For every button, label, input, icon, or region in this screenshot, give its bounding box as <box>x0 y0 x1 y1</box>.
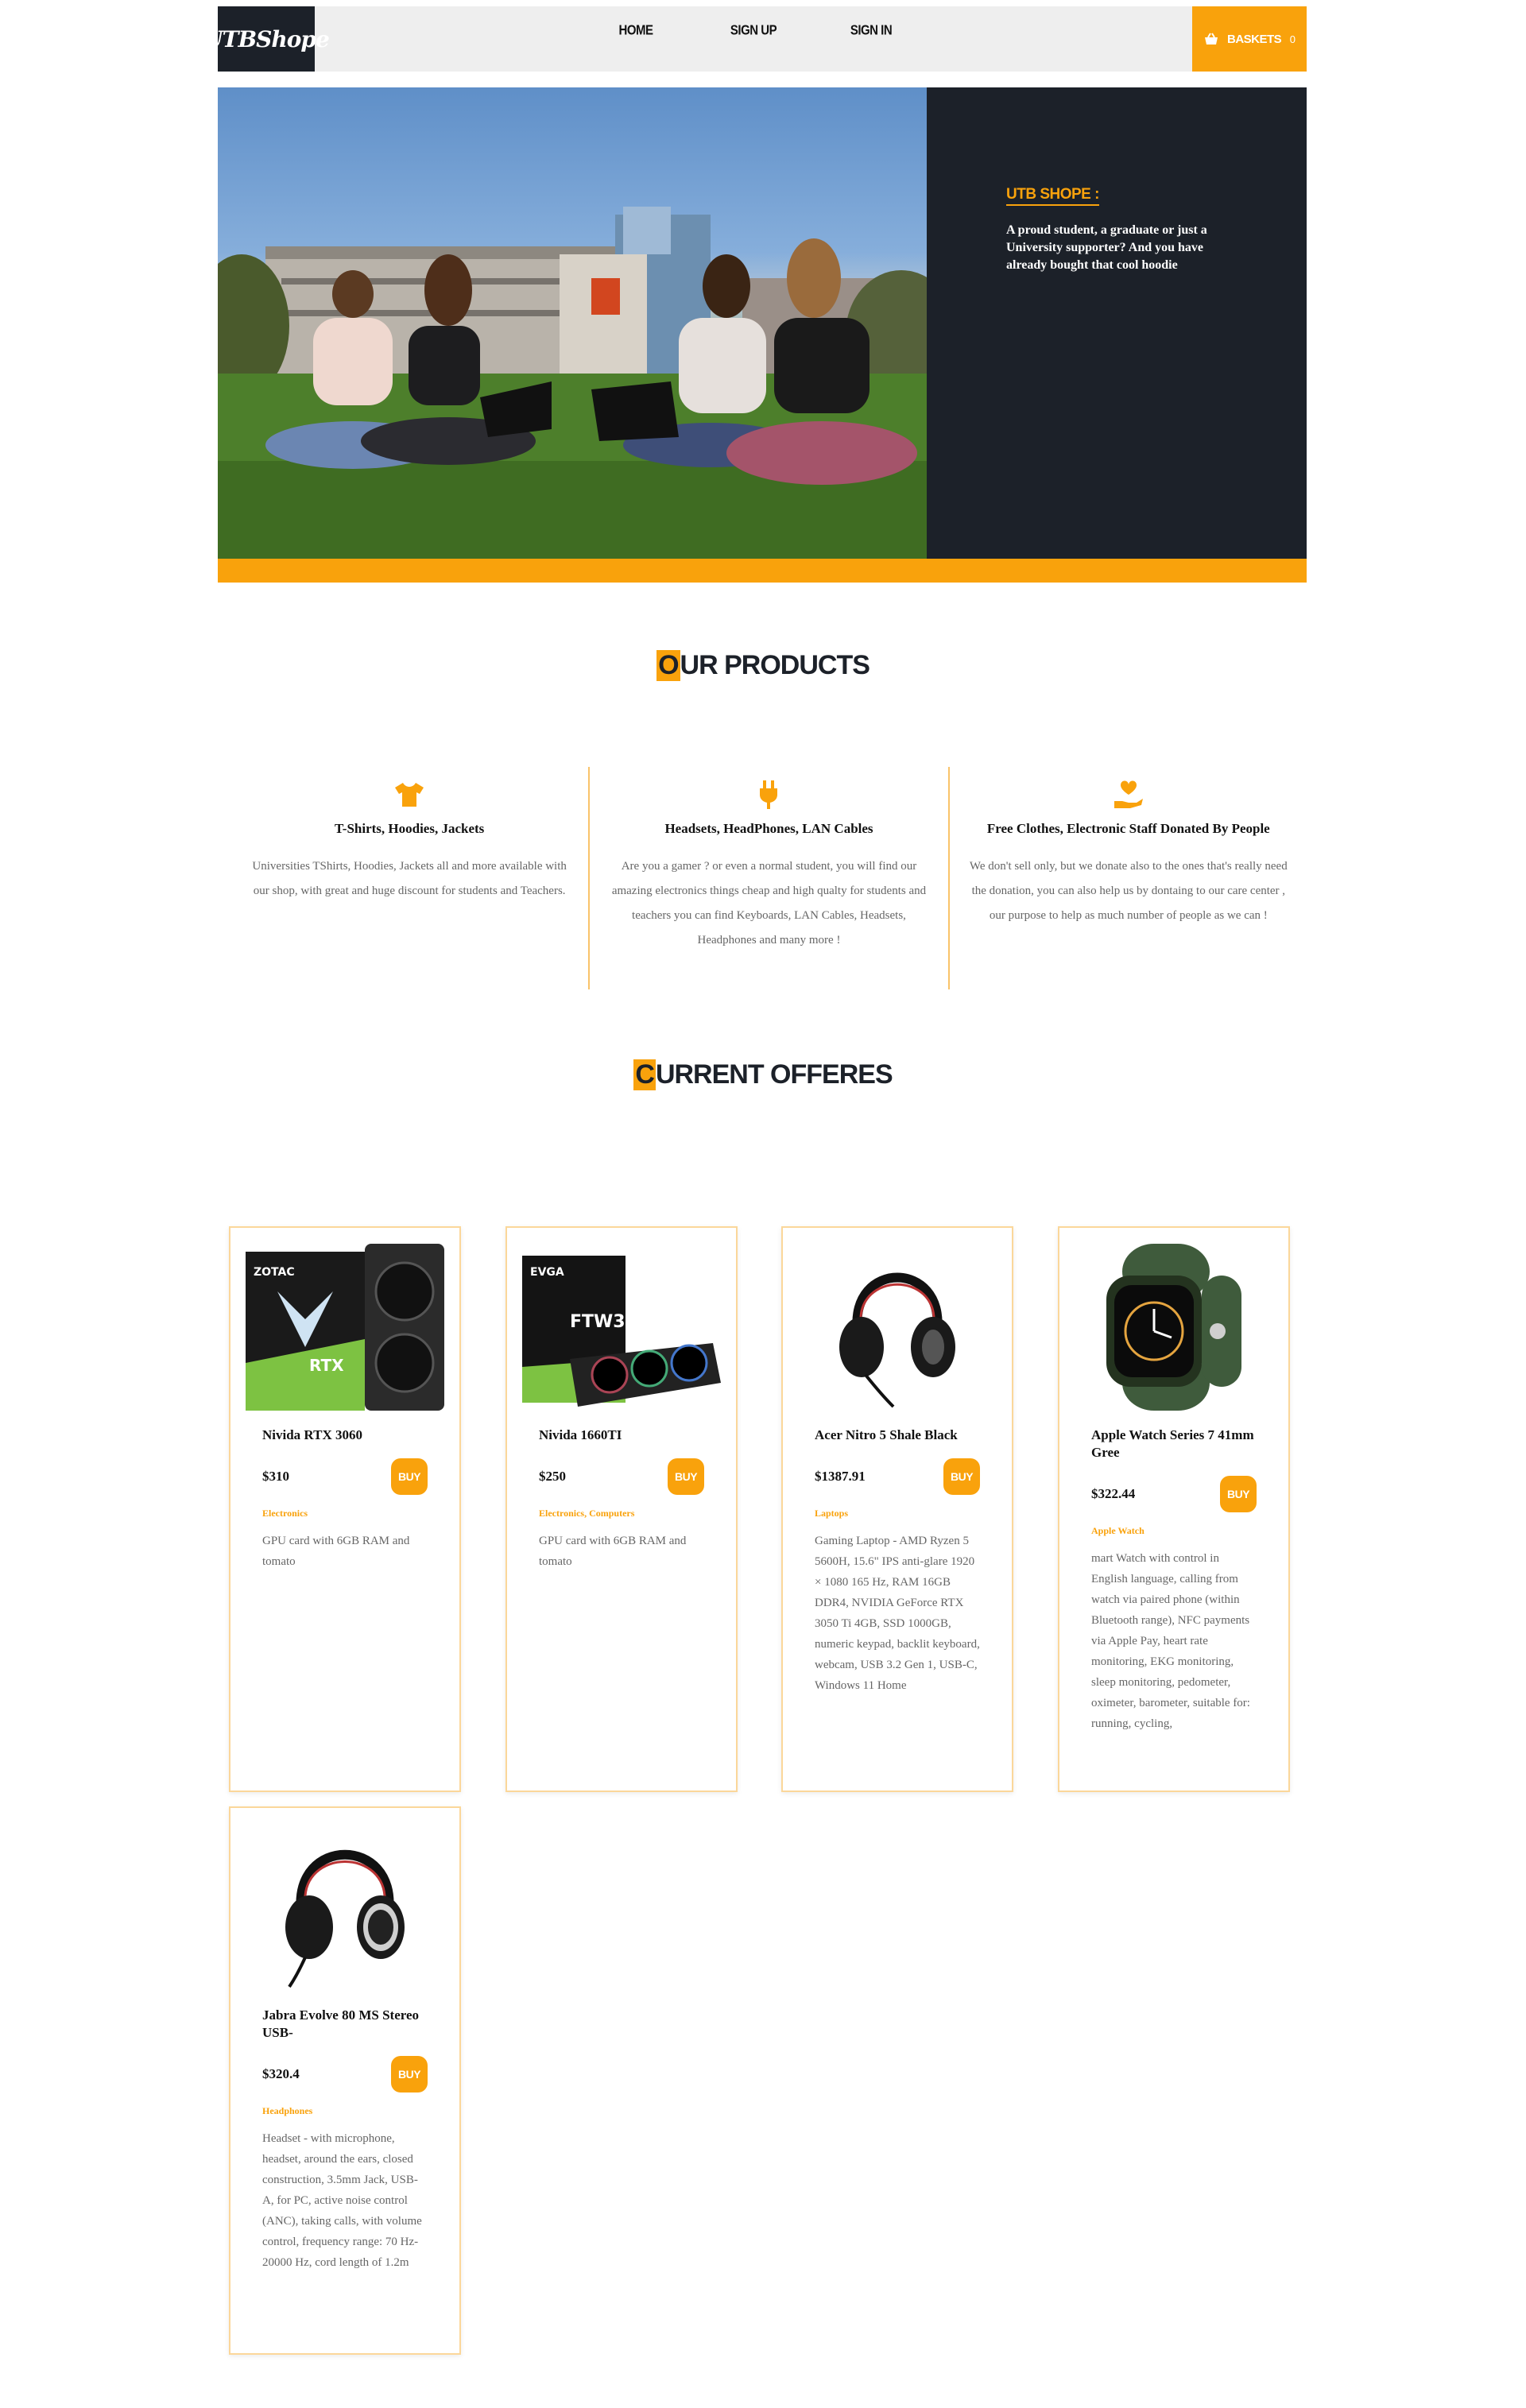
nav-home-link[interactable]: HOME <box>577 23 695 39</box>
product-description: mart Watch with control in English langu… <box>1091 1552 1250 1730</box>
feature-text: Are you a gamer ? or even a normal stude… <box>611 860 927 947</box>
plug-icon <box>604 775 933 815</box>
product-name: Apple Watch Series 7 41mm Gree <box>1091 1427 1254 1460</box>
products-section-title: OUR PRODUCTS <box>0 650 1526 681</box>
buy-button[interactable]: BUY <box>668 1458 704 1495</box>
nav-sign-in-link[interactable]: SIGN IN <box>812 23 930 39</box>
price-row: $322.44 BUY <box>1059 1476 1288 1512</box>
feature-title: Free Clothes, Electronic Staff Donated B… <box>986 821 1270 836</box>
basket-label: BASKETS <box>1227 32 1282 46</box>
product-category: Electronics, Computers <box>539 1508 635 1519</box>
product-name: Nivida RTX 3060 <box>262 1427 362 1442</box>
product-card[interactable]: Apple Watch Series 7 41mm Gree $322.44 B… <box>1058 1226 1290 1792</box>
price-row: $310 BUY <box>230 1458 459 1495</box>
svg-text:RTX: RTX <box>309 1356 344 1375</box>
product-category: Laptops <box>815 1508 849 1519</box>
product-card[interactable]: EVGA FTW3 Nivida 1660TI $250 BUY Electro… <box>505 1226 738 1792</box>
hero-banner: UTB SHOPE : A proud student, a graduate … <box>218 87 1307 559</box>
feature-text: Universities TShirts, Hoodies, Jackets a… <box>252 860 567 897</box>
price-row: $320.4 BUY <box>230 2056 459 2092</box>
product-description: GPU card with 6GB RAM and tomato <box>539 1535 687 1568</box>
product-name: Acer Nitro 5 Shale Black <box>815 1427 958 1442</box>
buy-button[interactable]: BUY <box>391 1458 428 1495</box>
feature-title: Headsets, HeadPhones, LAN Cables <box>664 821 873 836</box>
product-price: $320.4 <box>262 2066 300 2081</box>
site-logo[interactable]: UTBShope <box>203 6 330 72</box>
buy-button[interactable]: BUY <box>1220 1476 1257 1512</box>
title-first-letter: O <box>656 650 680 681</box>
graphics-card-box-image: EVGA FTW3 <box>507 1228 736 1427</box>
price-row: $250 BUY <box>507 1458 736 1495</box>
product-name: Nivida 1660TI <box>539 1427 622 1442</box>
product-card[interactable]: Jabra Evolve 80 MS Stereo USB- $320.4 BU… <box>229 1806 461 2355</box>
svg-text:ZOTAC: ZOTAC <box>254 1266 295 1279</box>
feature-electronics: Headsets, HeadPhones, LAN Cables Are you… <box>588 767 947 989</box>
basket-icon <box>1205 33 1218 45</box>
headphones-image <box>230 1808 459 2007</box>
product-category: Electronics <box>262 1508 308 1519</box>
headphones-image <box>783 1228 1012 1427</box>
graphics-card-box-image: ZOTAC RTX <box>230 1228 459 1427</box>
buy-button[interactable]: BUY <box>391 2056 428 2092</box>
svg-text:EVGA: EVGA <box>530 1266 564 1279</box>
hero-title: UTB SHOPE : <box>1006 186 1099 206</box>
feature-title: T-Shirts, Hoodies, Jackets <box>335 821 485 836</box>
offers-section-title: CURRENT OFFERES <box>0 1059 1526 1090</box>
hero-accent-bar <box>218 559 1307 583</box>
product-price: $322.44 <box>1091 1486 1136 1501</box>
smartwatch-image <box>1059 1228 1288 1427</box>
product-card[interactable]: Acer Nitro 5 Shale Black $1387.91 BUY La… <box>781 1226 1013 1792</box>
product-card[interactable]: ZOTAC RTX Nivida RTX 3060 $310 BUY Elect… <box>229 1226 461 1792</box>
main-nav: HOME SIGN UP SIGN IN <box>315 6 1192 72</box>
price-row: $1387.91 BUY <box>783 1458 1012 1495</box>
tshirt-icon <box>245 775 574 815</box>
buy-button[interactable]: BUY <box>943 1458 980 1495</box>
basket-button[interactable]: BASKETS 0 <box>1192 6 1307 72</box>
feature-text: We don't sell only, but we donate also t… <box>969 860 1288 922</box>
product-category: Headphones <box>262 2105 313 2116</box>
feature-donations: Free Clothes, Electronic Staff Donated B… <box>947 767 1307 989</box>
product-description: GPU card with 6GB RAM and tomato <box>262 1535 410 1568</box>
hero-description: A proud student, a graduate or just a Un… <box>1006 223 1207 272</box>
features-row: T-Shirts, Hoodies, Jackets Universities … <box>230 767 1307 989</box>
product-description: Gaming Laptop - AMD Ryzen 5 5600H, 15.6"… <box>815 1535 980 1692</box>
feature-clothing: T-Shirts, Hoodies, Jackets Universities … <box>230 767 588 989</box>
product-price: $250 <box>539 1469 566 1484</box>
hero-text-panel: UTB SHOPE : A proud student, a graduate … <box>927 87 1307 559</box>
basket-count: 0 <box>1289 33 1296 45</box>
product-name: Jabra Evolve 80 MS Stereo USB- <box>262 2007 420 2040</box>
product-category: Apple Watch <box>1091 1525 1144 1536</box>
svg-text:FTW3: FTW3 <box>570 1312 626 1332</box>
title-rest: UR PRODUCTS <box>680 650 870 680</box>
product-price: $310 <box>262 1469 289 1484</box>
product-description: Headset - with microphone, headset, arou… <box>262 2132 422 2269</box>
title-rest: URRENT OFFERES <box>655 1059 893 1090</box>
donate-hand-heart-icon <box>964 775 1293 815</box>
product-price: $1387.91 <box>815 1469 866 1484</box>
hero-students-photo <box>218 87 927 559</box>
nav-sign-up-link[interactable]: SIGN UP <box>695 23 812 39</box>
site-header: UTBShope HOME SIGN UP SIGN IN BASKETS 0 <box>203 6 1307 72</box>
title-first-letter: C <box>633 1059 656 1090</box>
